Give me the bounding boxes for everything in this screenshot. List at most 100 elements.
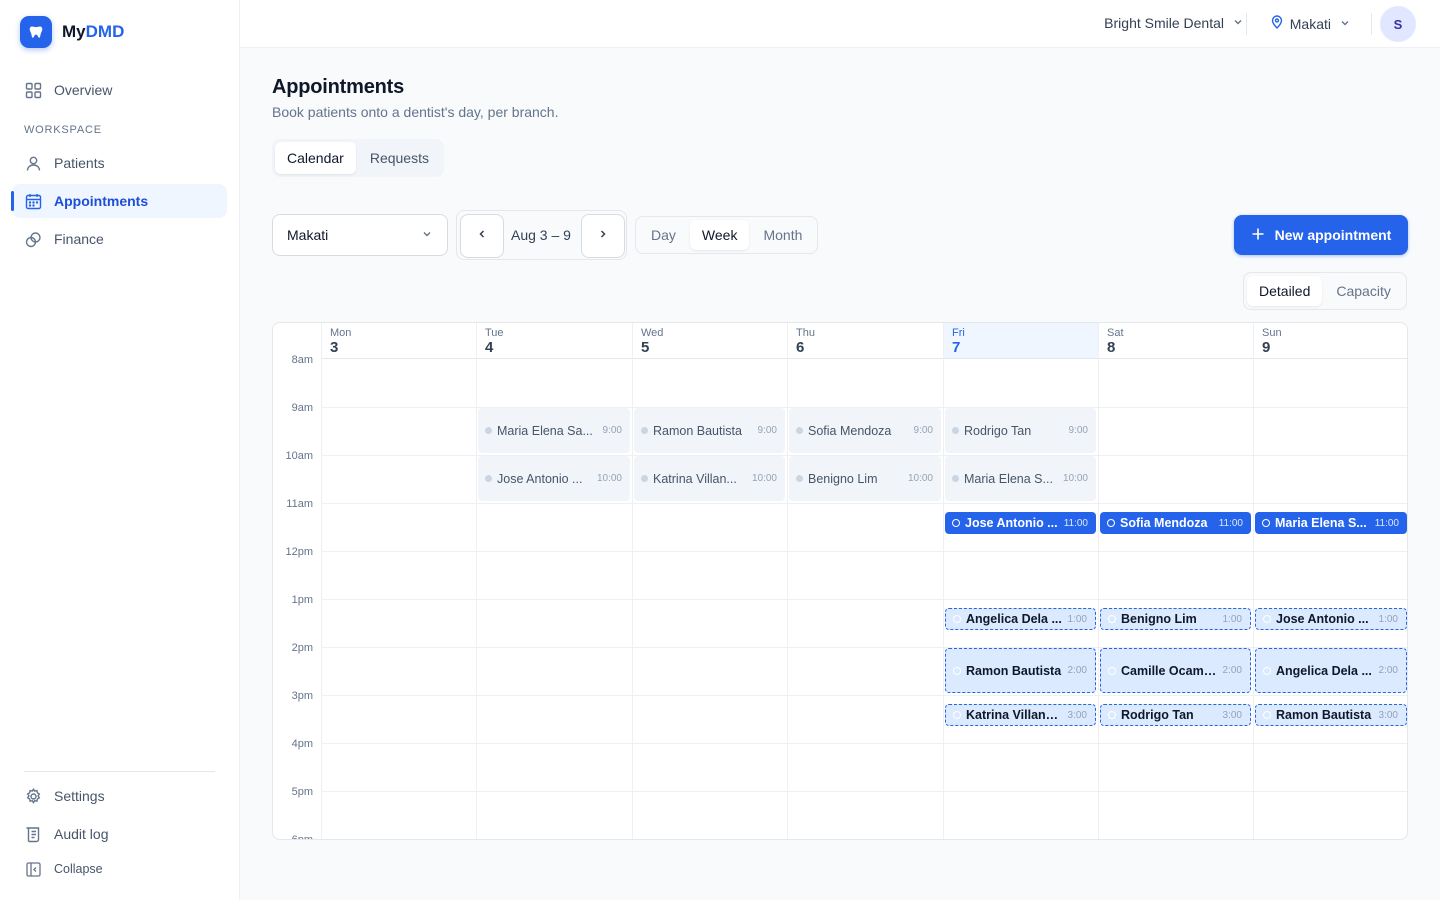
day-column-divider [1098, 323, 1099, 839]
appointment-patient: Ramon Bautista [1276, 708, 1372, 722]
sidebar-divider [24, 771, 215, 772]
tab-calendar[interactable]: Calendar [275, 142, 356, 174]
day-column-divider [1253, 323, 1254, 839]
sidebar-collapse-icon [24, 860, 42, 878]
status-dot-icon [1108, 666, 1116, 675]
appointment-block[interactable]: Ramon Bautista 3:00 [1255, 704, 1407, 726]
brand[interactable]: MyDMD [20, 16, 124, 48]
week-label: Aug 3 – 9 [511, 227, 571, 243]
day-column-divider [787, 323, 788, 839]
appointment-block[interactable]: Sofia Mendoza 9:00 [789, 408, 941, 453]
sidebar-item-overview[interactable]: Overview [12, 73, 227, 107]
appointment-block[interactable]: Jose Antonio ... 1:00 [1255, 608, 1407, 630]
topbar-divider [1246, 13, 1247, 35]
day-header[interactable]: Sun 9 [1254, 323, 1407, 359]
mode-capacity[interactable]: Capacity [1324, 276, 1402, 306]
appointment-time: 9:00 [757, 425, 777, 436]
appointment-time: 9:00 [1068, 425, 1088, 436]
avatar[interactable]: S [1380, 6, 1416, 42]
day-column-divider [321, 323, 322, 839]
hour-gridline [321, 791, 1407, 792]
appointment-block[interactable]: Maria Elena S... 10:00 [945, 456, 1096, 501]
branch-select[interactable]: Makati [272, 214, 448, 256]
status-dot-icon [796, 427, 803, 434]
appointment-block[interactable]: Jose Antonio ... 11:00 [945, 512, 1096, 534]
status-dot-icon [641, 427, 648, 434]
sidebar-item-patients[interactable]: Patients [12, 146, 227, 180]
appointment-time: 11:00 [1218, 517, 1243, 529]
day-column-divider [476, 323, 477, 839]
status-dot-icon [953, 711, 961, 719]
appointment-patient: Ramon Bautista [653, 423, 742, 438]
day-header[interactable]: Thu 6 [788, 323, 943, 359]
status-dot-icon [485, 427, 492, 434]
chevron-down-icon [1232, 15, 1244, 31]
app-name: MyDMD [62, 22, 125, 41]
status-dot-icon [1107, 519, 1115, 527]
appointment-block[interactable]: Maria Elena Sa... 9:00 [478, 408, 630, 453]
appointment-time: 10:00 [907, 473, 933, 484]
day-column-divider [632, 323, 633, 839]
sidebar: MyDMD Overview WORKSPACE Patients Appoin… [0, 0, 240, 900]
appointment-time: 1:00 [1378, 613, 1398, 625]
prev-week-button[interactable] [460, 214, 504, 258]
hour-gridline [321, 839, 1408, 840]
view-day[interactable]: Day [639, 220, 688, 250]
new-appointment-button[interactable]: New appointment [1234, 215, 1408, 255]
appointment-block[interactable]: Jose Antonio ... 10:00 [478, 456, 630, 501]
appointment-block[interactable]: Benigno Lim 10:00 [789, 456, 941, 501]
appointment-block[interactable]: Maria Elena S... 11:00 [1255, 512, 1407, 534]
status-dot-icon [1108, 615, 1116, 623]
appointment-time: 10:00 [1062, 473, 1088, 484]
page-tabs: Calendar Requests [272, 139, 444, 177]
status-dot-icon [485, 475, 492, 482]
sidebar-item-label: Patients [54, 155, 105, 171]
day-number: 7 [952, 339, 961, 356]
status-dot-icon [953, 615, 961, 623]
appointment-block[interactable]: Angelica Dela ... 1:00 [945, 608, 1096, 630]
status-dot-icon [952, 427, 959, 434]
clinic-switcher[interactable]: Bright Smile Dental [1104, 15, 1244, 31]
appointment-block[interactable]: Benigno Lim 1:00 [1100, 608, 1251, 630]
day-number: 6 [796, 339, 805, 356]
day-header[interactable]: Tue 4 [477, 323, 632, 359]
view-month[interactable]: Month [751, 220, 814, 250]
day-header[interactable]: Sat 8 [1099, 323, 1253, 359]
new-appointment-label: New appointment [1274, 227, 1392, 243]
appointment-block[interactable]: Rodrigo Tan 9:00 [945, 408, 1096, 453]
sidebar-item-label: Finance [54, 231, 104, 247]
sidebar-item-finance[interactable]: Finance [12, 222, 227, 256]
appointment-time: 10:00 [596, 473, 622, 484]
appointment-block[interactable]: Katrina Villan... 10:00 [634, 456, 785, 501]
day-header[interactable]: Fri 7 [944, 323, 1098, 359]
appointment-block[interactable]: Ramon Bautista 9:00 [634, 408, 785, 453]
appointment-time: 3:00 [1378, 709, 1398, 721]
tab-requests[interactable]: Requests [358, 142, 441, 174]
appointment-block[interactable]: Camille Ocampo 2:00 [1100, 648, 1251, 693]
day-header[interactable]: Wed 5 [633, 323, 787, 359]
mode-detailed[interactable]: Detailed [1247, 276, 1323, 306]
appointment-patient: Angelica Dela ... [966, 612, 1062, 626]
view-week[interactable]: Week [689, 220, 750, 250]
status-dot-icon [953, 666, 961, 675]
topbar: Bright Smile Dental Makati S [240, 0, 1440, 48]
hour-label: 11am [286, 498, 313, 510]
sidebar-item-audit-log[interactable]: Audit log [12, 817, 227, 851]
sidebar-item-appointments[interactable]: Appointments [11, 184, 227, 218]
day-header[interactable]: Mon 3 [322, 323, 476, 359]
day-of-week: Sat [1107, 327, 1124, 339]
collapse-button[interactable]: Collapse [12, 852, 227, 886]
next-week-button[interactable] [581, 214, 625, 258]
appointment-patient: Ramon Bautista [966, 663, 1062, 678]
appointment-block[interactable]: Ramon Bautista 2:00 [945, 648, 1096, 693]
appointment-block[interactable]: Katrina Villanu... 3:00 [945, 704, 1096, 726]
appointment-time: 3:00 [1067, 709, 1087, 721]
appointment-patient: Rodrigo Tan [964, 423, 1032, 438]
appointment-block[interactable]: Sofia Mendoza 11:00 [1100, 512, 1251, 534]
branch-switcher[interactable]: Makati [1270, 15, 1351, 32]
appointment-block[interactable]: Angelica Dela ... 2:00 [1255, 648, 1407, 693]
sidebar-item-settings[interactable]: Settings [12, 779, 227, 813]
collapse-label: Collapse [54, 862, 103, 876]
appointment-patient: Katrina Villan... [653, 471, 737, 486]
appointment-block[interactable]: Rodrigo Tan 3:00 [1100, 704, 1251, 726]
